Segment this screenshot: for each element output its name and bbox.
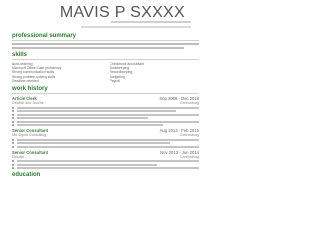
job-bullet xyxy=(12,106,199,109)
job-location: Greensburg xyxy=(180,133,199,138)
section-title-summary: professional summary xyxy=(12,33,77,39)
job-company: Deloitte xyxy=(12,154,25,159)
job-bullet xyxy=(12,138,199,141)
job-bullet xyxy=(12,163,199,166)
job-company: Mu Sigma Consulting xyxy=(12,133,47,138)
resume-page: MAVIS P SXXXX professional summary skill… xyxy=(0,0,211,239)
section-title-skills: skills xyxy=(12,52,28,58)
job-bullet xyxy=(12,142,199,145)
skills-column-right: Checkbook accountant Bookkeeping Recordk… xyxy=(110,62,200,83)
resume-header: MAVIS P SXXXX xyxy=(12,0,199,30)
section-title-work-history: work history xyxy=(12,86,48,93)
job-bullet xyxy=(12,124,199,127)
job-bullet xyxy=(12,110,199,113)
job-entry: Article Clerk Sep 2008 - Dec 2018 Deloit… xyxy=(12,96,199,127)
contact-line xyxy=(111,21,191,23)
section-divider xyxy=(12,59,199,60)
job-entry: Senior Consultant Aug 2013 - Feb 2015 Mu… xyxy=(12,128,199,148)
section-divider xyxy=(12,40,199,41)
skills-list: Auto-ordering Microsoft Office Suite pro… xyxy=(12,62,199,83)
skill-item: Payroll xyxy=(109,78,120,83)
job-bullet xyxy=(12,160,199,163)
section-title-education: education xyxy=(12,172,41,179)
job-bullet xyxy=(12,113,199,116)
job-location: Greensburg xyxy=(180,154,199,159)
summary-text-line xyxy=(12,47,185,49)
candidate-name: MAVIS P SXXXX xyxy=(59,4,185,21)
job-bullet xyxy=(12,120,199,123)
job-company: Deloitte and Touche xyxy=(12,101,44,106)
skill-item: Deadline-oriented xyxy=(12,78,39,83)
summary-text-line xyxy=(12,43,199,45)
job-entry: Senior Consultant Nov 2013 - Jun 2014 De… xyxy=(12,150,199,170)
job-location: Greensburg xyxy=(180,101,199,106)
skills-column-left: Auto-ordering Microsoft Office Suite pro… xyxy=(12,62,102,83)
job-bullet xyxy=(12,145,199,148)
job-bullet xyxy=(12,117,199,120)
section-divider xyxy=(12,93,199,95)
job-bullet xyxy=(12,167,199,170)
contact-line xyxy=(81,26,191,28)
